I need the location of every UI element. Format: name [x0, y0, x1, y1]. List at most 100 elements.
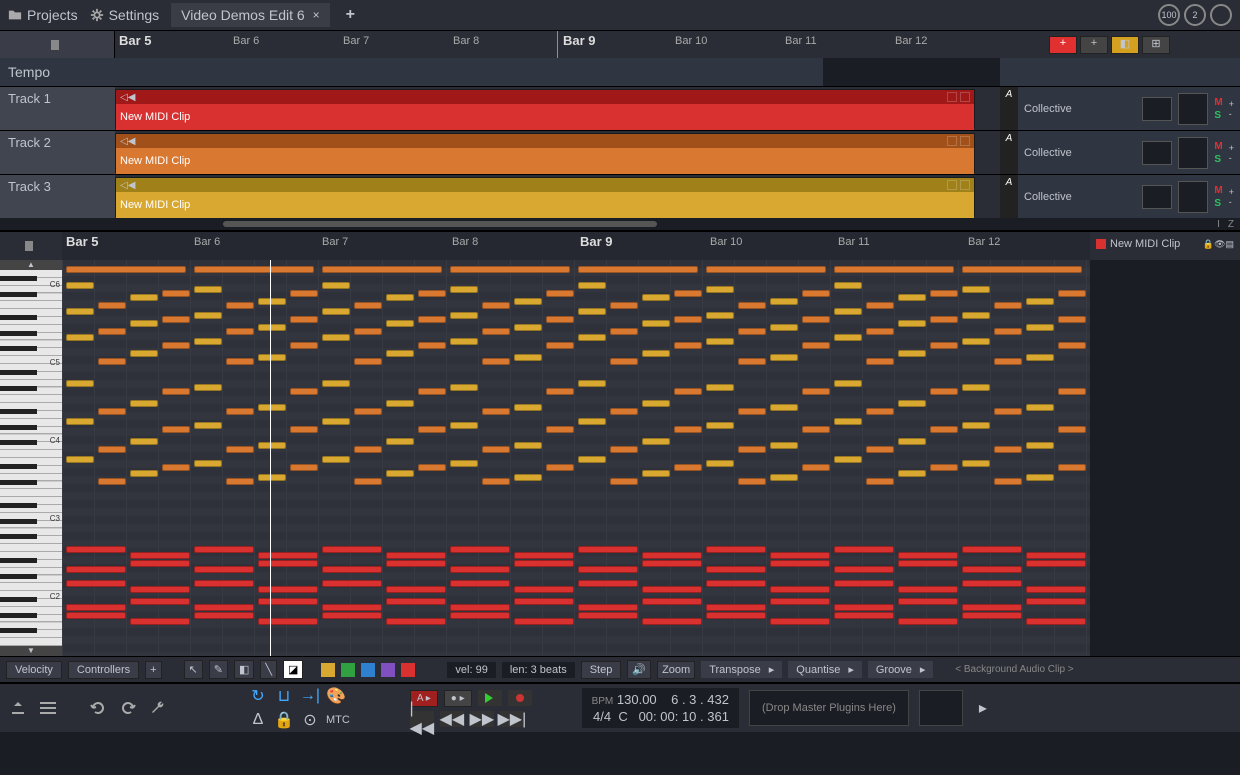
- scroll-up-button[interactable]: ▲: [0, 260, 62, 270]
- midi-note[interactable]: [66, 456, 94, 463]
- track-lane[interactable]: ◁◀ New MIDI Clip: [115, 175, 1000, 218]
- length-value[interactable]: len: 3 beats: [502, 662, 575, 678]
- midi-note[interactable]: [450, 580, 510, 587]
- midi-note[interactable]: [450, 338, 478, 345]
- midi-note[interactable]: [98, 408, 126, 415]
- midi-options-button[interactable]: [0, 232, 62, 260]
- midi-note[interactable]: [898, 618, 958, 625]
- midi-note[interactable]: [450, 422, 478, 429]
- level-meter[interactable]: [1178, 93, 1208, 125]
- quantise-combo[interactable]: Quantise▸: [788, 661, 862, 678]
- midi-note[interactable]: [1026, 474, 1054, 481]
- midi-note[interactable]: [1026, 560, 1086, 567]
- midi-note[interactable]: [962, 312, 990, 319]
- mtc-label[interactable]: MTC: [326, 714, 350, 726]
- midi-note[interactable]: [354, 328, 382, 335]
- midi-note[interactable]: [386, 470, 414, 477]
- midi-note[interactable]: [834, 456, 862, 463]
- track-lane[interactable]: ◁◀ New MIDI Clip: [115, 87, 1000, 130]
- midi-note[interactable]: [386, 586, 446, 593]
- midi-note[interactable]: [578, 612, 638, 619]
- midi-note[interactable]: [1058, 388, 1086, 395]
- midi-note[interactable]: [258, 560, 318, 567]
- transpose-combo[interactable]: Transpose▸: [701, 661, 782, 678]
- midi-note[interactable]: [66, 308, 94, 315]
- forward-button[interactable]: ▶▶: [470, 711, 494, 727]
- midi-note[interactable]: [226, 302, 254, 309]
- midi-note[interactable]: [130, 618, 190, 625]
- midi-note[interactable]: [162, 464, 190, 471]
- midi-note[interactable]: [898, 350, 926, 357]
- midi-note[interactable]: [738, 478, 766, 485]
- play-button[interactable]: [478, 690, 502, 706]
- midi-note[interactable]: [898, 320, 926, 327]
- midi-note[interactable]: [130, 586, 190, 593]
- midi-note[interactable]: [642, 598, 702, 605]
- midi-note[interactable]: [130, 470, 158, 477]
- step-button[interactable]: Step: [581, 661, 622, 679]
- midi-note[interactable]: [962, 546, 1022, 553]
- midi-note[interactable]: [898, 438, 926, 445]
- timesig-value[interactable]: 4/4: [593, 709, 611, 724]
- audition-toggle[interactable]: 🔊: [627, 660, 651, 679]
- midi-note[interactable]: [258, 442, 286, 449]
- midi-note[interactable]: [258, 404, 286, 411]
- midi-note[interactable]: [354, 446, 382, 453]
- paint-tool[interactable]: ◪: [283, 660, 303, 679]
- midi-note[interactable]: [962, 612, 1022, 619]
- pan-control[interactable]: [1142, 185, 1172, 209]
- line-tool[interactable]: ╲: [260, 660, 277, 679]
- midi-note[interactable]: [258, 324, 286, 331]
- midi-note[interactable]: [962, 566, 1022, 573]
- midi-note[interactable]: [578, 266, 698, 273]
- midi-note[interactable]: [322, 456, 350, 463]
- midi-note[interactable]: [130, 400, 158, 407]
- midi-note[interactable]: [962, 460, 990, 467]
- snap-icon[interactable]: ⊔: [274, 686, 294, 706]
- midi-note[interactable]: [962, 604, 1022, 611]
- add-track-button[interactable]: +: [1049, 36, 1077, 54]
- midi-note[interactable]: [994, 408, 1022, 415]
- midi-note[interactable]: [418, 464, 446, 471]
- midi-note[interactable]: [706, 546, 766, 553]
- midi-note[interactable]: [66, 604, 126, 611]
- midi-note[interactable]: [322, 308, 350, 315]
- lock-icon[interactable]: 🔒👁▤: [1203, 239, 1234, 250]
- midi-note[interactable]: [642, 552, 702, 559]
- record-button[interactable]: [508, 690, 532, 706]
- midi-note[interactable]: [450, 266, 570, 273]
- midi-note[interactable]: [546, 426, 574, 433]
- midi-note[interactable]: [194, 384, 222, 391]
- midi-note[interactable]: [482, 302, 510, 309]
- midi-note[interactable]: [770, 586, 830, 593]
- midi-note[interactable]: [354, 302, 382, 309]
- midi-note[interactable]: [258, 354, 286, 361]
- add-tab-button[interactable]: +: [346, 6, 355, 24]
- midi-note[interactable]: [546, 388, 574, 395]
- key-value[interactable]: C: [618, 709, 627, 724]
- expand-icon[interactable]: +-: [1229, 143, 1234, 163]
- midi-note[interactable]: [1058, 426, 1086, 433]
- midi-note[interactable]: [930, 342, 958, 349]
- add-lane-button[interactable]: +: [145, 661, 161, 679]
- midi-note[interactable]: [898, 560, 958, 567]
- midi-note[interactable]: [66, 566, 126, 573]
- midi-note[interactable]: [930, 426, 958, 433]
- click-icon[interactable]: →|: [300, 686, 320, 706]
- midi-note[interactable]: [898, 400, 926, 407]
- settings-menu[interactable]: Settings: [90, 7, 160, 23]
- midi-note[interactable]: [578, 546, 638, 553]
- midi-note[interactable]: [514, 442, 542, 449]
- midi-note[interactable]: [386, 618, 446, 625]
- midi-note[interactable]: [994, 328, 1022, 335]
- zoom-btn[interactable]: Z: [1228, 219, 1234, 230]
- midi-note[interactable]: [450, 460, 478, 467]
- midi-note[interactable]: [962, 422, 990, 429]
- midi-note[interactable]: [706, 312, 734, 319]
- midi-note[interactable]: [578, 334, 606, 341]
- mute-button[interactable]: M: [1214, 97, 1222, 108]
- color-picker[interactable]: [341, 663, 355, 677]
- midi-note[interactable]: [994, 358, 1022, 365]
- midi-note[interactable]: [706, 422, 734, 429]
- midi-note[interactable]: [66, 612, 126, 619]
